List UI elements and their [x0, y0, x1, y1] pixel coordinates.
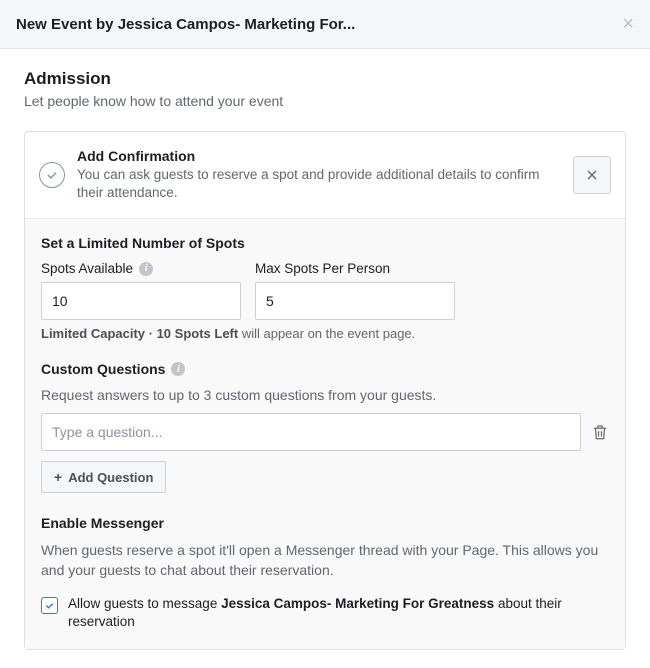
dialog-header: New Event by Jessica Campos- Marketing F… [0, 0, 650, 49]
spots-available-input[interactable] [41, 282, 241, 320]
check-circle-icon [39, 162, 65, 188]
trash-icon[interactable] [591, 422, 609, 442]
plus-icon: + [54, 469, 62, 485]
section-heading: Admission [24, 69, 626, 89]
info-icon[interactable]: i [171, 362, 185, 376]
dialog-title: New Event by Jessica Campos- Marketing F… [16, 16, 355, 33]
dialog-content: Admission Let people know how to attend … [0, 49, 650, 660]
spots-available-field: Spots Available i [41, 261, 241, 320]
custom-questions-desc: Request answers to up to 3 custom questi… [41, 387, 609, 403]
allow-messages-row: Allow guests to message Jessica Campos- … [41, 595, 609, 631]
spots-helper-rest: will appear on the event page. [238, 326, 415, 341]
info-icon[interactable]: i [139, 262, 153, 276]
admission-card: Add Confirmation You can ask guests to r… [24, 131, 626, 650]
spots-heading: Set a Limited Number of Spots [41, 235, 609, 251]
allow-bold: Jessica Campos- Marketing For Greatness [221, 596, 494, 611]
max-spots-field: Max Spots Per Person [255, 261, 455, 320]
card-body: Set a Limited Number of Spots Spots Avai… [25, 218, 625, 649]
add-question-button[interactable]: + Add Question [41, 461, 166, 493]
question-input[interactable] [41, 413, 581, 451]
allow-pre: Allow guests to message [68, 596, 221, 611]
enable-messenger-desc: When guests reserve a spot it'll open a … [41, 541, 609, 580]
question-row [41, 413, 609, 451]
spots-available-label: Spots Available i [41, 261, 241, 276]
confirmation-desc: You can ask guests to reserve a spot and… [77, 166, 561, 202]
dismiss-confirmation-button[interactable] [573, 156, 611, 194]
spots-helper-bold: Limited Capacity · 10 Spots Left [41, 326, 238, 341]
enable-messenger-heading: Enable Messenger [41, 515, 609, 531]
confirmation-text: Add Confirmation You can ask guests to r… [77, 148, 561, 202]
confirmation-banner: Add Confirmation You can ask guests to r… [25, 132, 625, 218]
confirmation-title: Add Confirmation [77, 148, 561, 164]
section-subheading: Let people know how to attend your event [24, 93, 626, 109]
custom-questions-heading: Custom Questions i [41, 361, 609, 377]
max-spots-label: Max Spots Per Person [255, 261, 455, 276]
allow-messages-checkbox[interactable] [41, 597, 58, 614]
custom-questions-heading-text: Custom Questions [41, 361, 165, 377]
max-spots-input[interactable] [255, 282, 455, 320]
allow-messages-label: Allow guests to message Jessica Campos- … [68, 595, 609, 631]
spots-row: Spots Available i Max Spots Per Person [41, 261, 609, 320]
close-icon[interactable]: × [622, 14, 634, 34]
add-question-label: Add Question [68, 470, 153, 485]
spots-helper-text: Limited Capacity · 10 Spots Left will ap… [41, 326, 609, 341]
spots-available-label-text: Spots Available [41, 261, 133, 276]
